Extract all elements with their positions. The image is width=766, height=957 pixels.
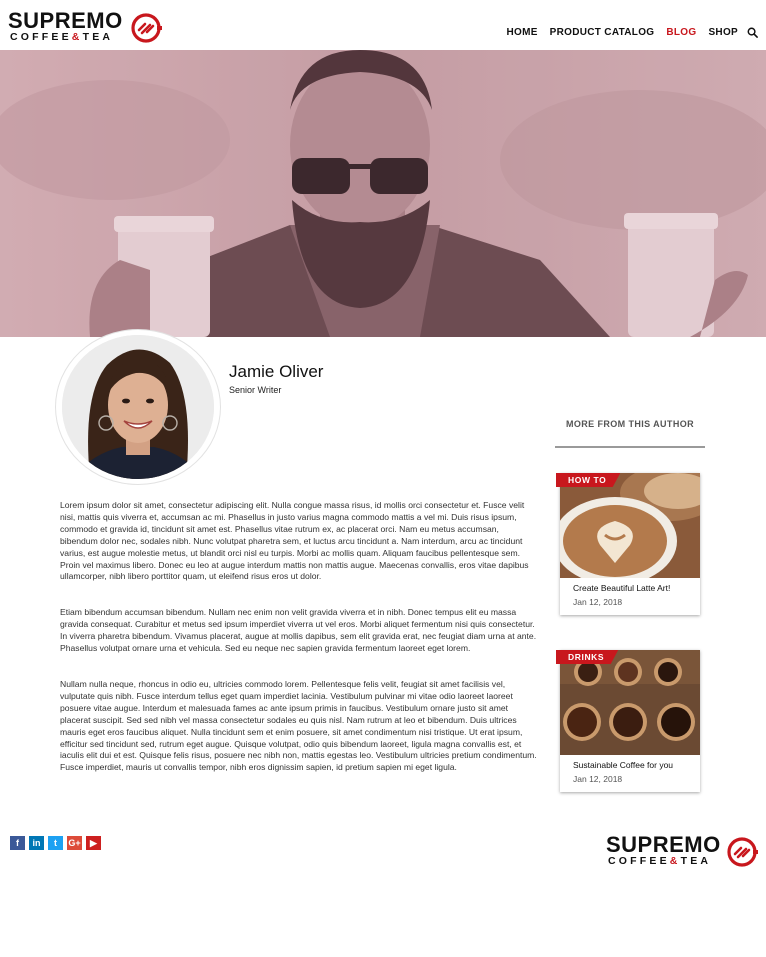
author-name: Jamie Oliver: [229, 362, 324, 381]
linkedin-icon[interactable]: in: [29, 836, 44, 850]
facebook-icon[interactable]: f: [10, 836, 25, 850]
search-icon[interactable]: [747, 27, 758, 38]
avatar: [62, 335, 214, 479]
post-date: Jan 12, 2018: [573, 773, 623, 784]
related-post-card[interactable]: HOW TO Create Beautiful Latte Art! Jan 1…: [556, 473, 700, 615]
article-paragraph: Etiam bibendum accumsan bibendum. Nullam…: [60, 607, 537, 654]
brand-mark-icon: [727, 837, 758, 867]
sidebar-divider: [555, 446, 705, 448]
nav-blog[interactable]: BLOG: [666, 27, 696, 38]
article-paragraph: Nullam nulla neque, rhoncus in odio eu, …: [60, 678, 537, 773]
social-links: f in t G+ ▶: [10, 836, 101, 850]
main-nav: HOME PRODUCT CATALOG BLOG SHOP: [494, 27, 758, 38]
footer-brand-logo[interactable]: SUPREMO COFFEE&TEA: [606, 832, 760, 868]
post-title[interactable]: Create Beautiful Latte Art!: [560, 578, 700, 594]
nav-product-catalog[interactable]: PRODUCT CATALOG: [550, 27, 655, 38]
latte-art-image: [560, 473, 700, 578]
hero-image: [0, 50, 766, 337]
sidebar-title: MORE FROM THIS AUTHOR: [565, 419, 695, 429]
post-thumbnail[interactable]: [560, 650, 700, 755]
brand-tagline: COFFEE&TEA: [10, 31, 114, 43]
hero-banner: [0, 50, 766, 337]
youtube-icon[interactable]: ▶: [86, 836, 101, 850]
author-role: Senior Writer: [229, 385, 282, 395]
post-thumbnail[interactable]: [560, 473, 700, 578]
google-plus-icon[interactable]: G+: [67, 836, 82, 850]
post-title[interactable]: Sustainable Coffee for you: [560, 755, 700, 771]
brand-tagline: COFFEE&TEA: [608, 855, 712, 867]
twitter-icon[interactable]: t: [48, 836, 63, 850]
brand-mark-icon: [131, 13, 162, 43]
coffee-beans-image: [560, 650, 700, 755]
nav-shop[interactable]: SHOP: [708, 27, 738, 38]
post-category-tag[interactable]: DRINKS: [556, 650, 619, 664]
site-header: SUPREMO COFFEE&TEA HOME PRODUCT CATALOG …: [0, 0, 766, 50]
article-paragraph: Lorem ipsum dolor sit amet, consectetur …: [60, 500, 529, 582]
author-photo: [62, 335, 214, 479]
article-body: Lorem ipsum dolor sit amet, consectetur …: [60, 500, 537, 798]
brand-logo[interactable]: SUPREMO COFFEE&TEA: [8, 8, 163, 44]
nav-home[interactable]: HOME: [506, 27, 537, 38]
related-post-card[interactable]: DRINKS Sustainable Coffee for you Jan 12…: [556, 650, 700, 792]
post-category-tag[interactable]: HOW TO: [556, 473, 621, 487]
post-date: Jan 12, 2018: [573, 596, 623, 607]
